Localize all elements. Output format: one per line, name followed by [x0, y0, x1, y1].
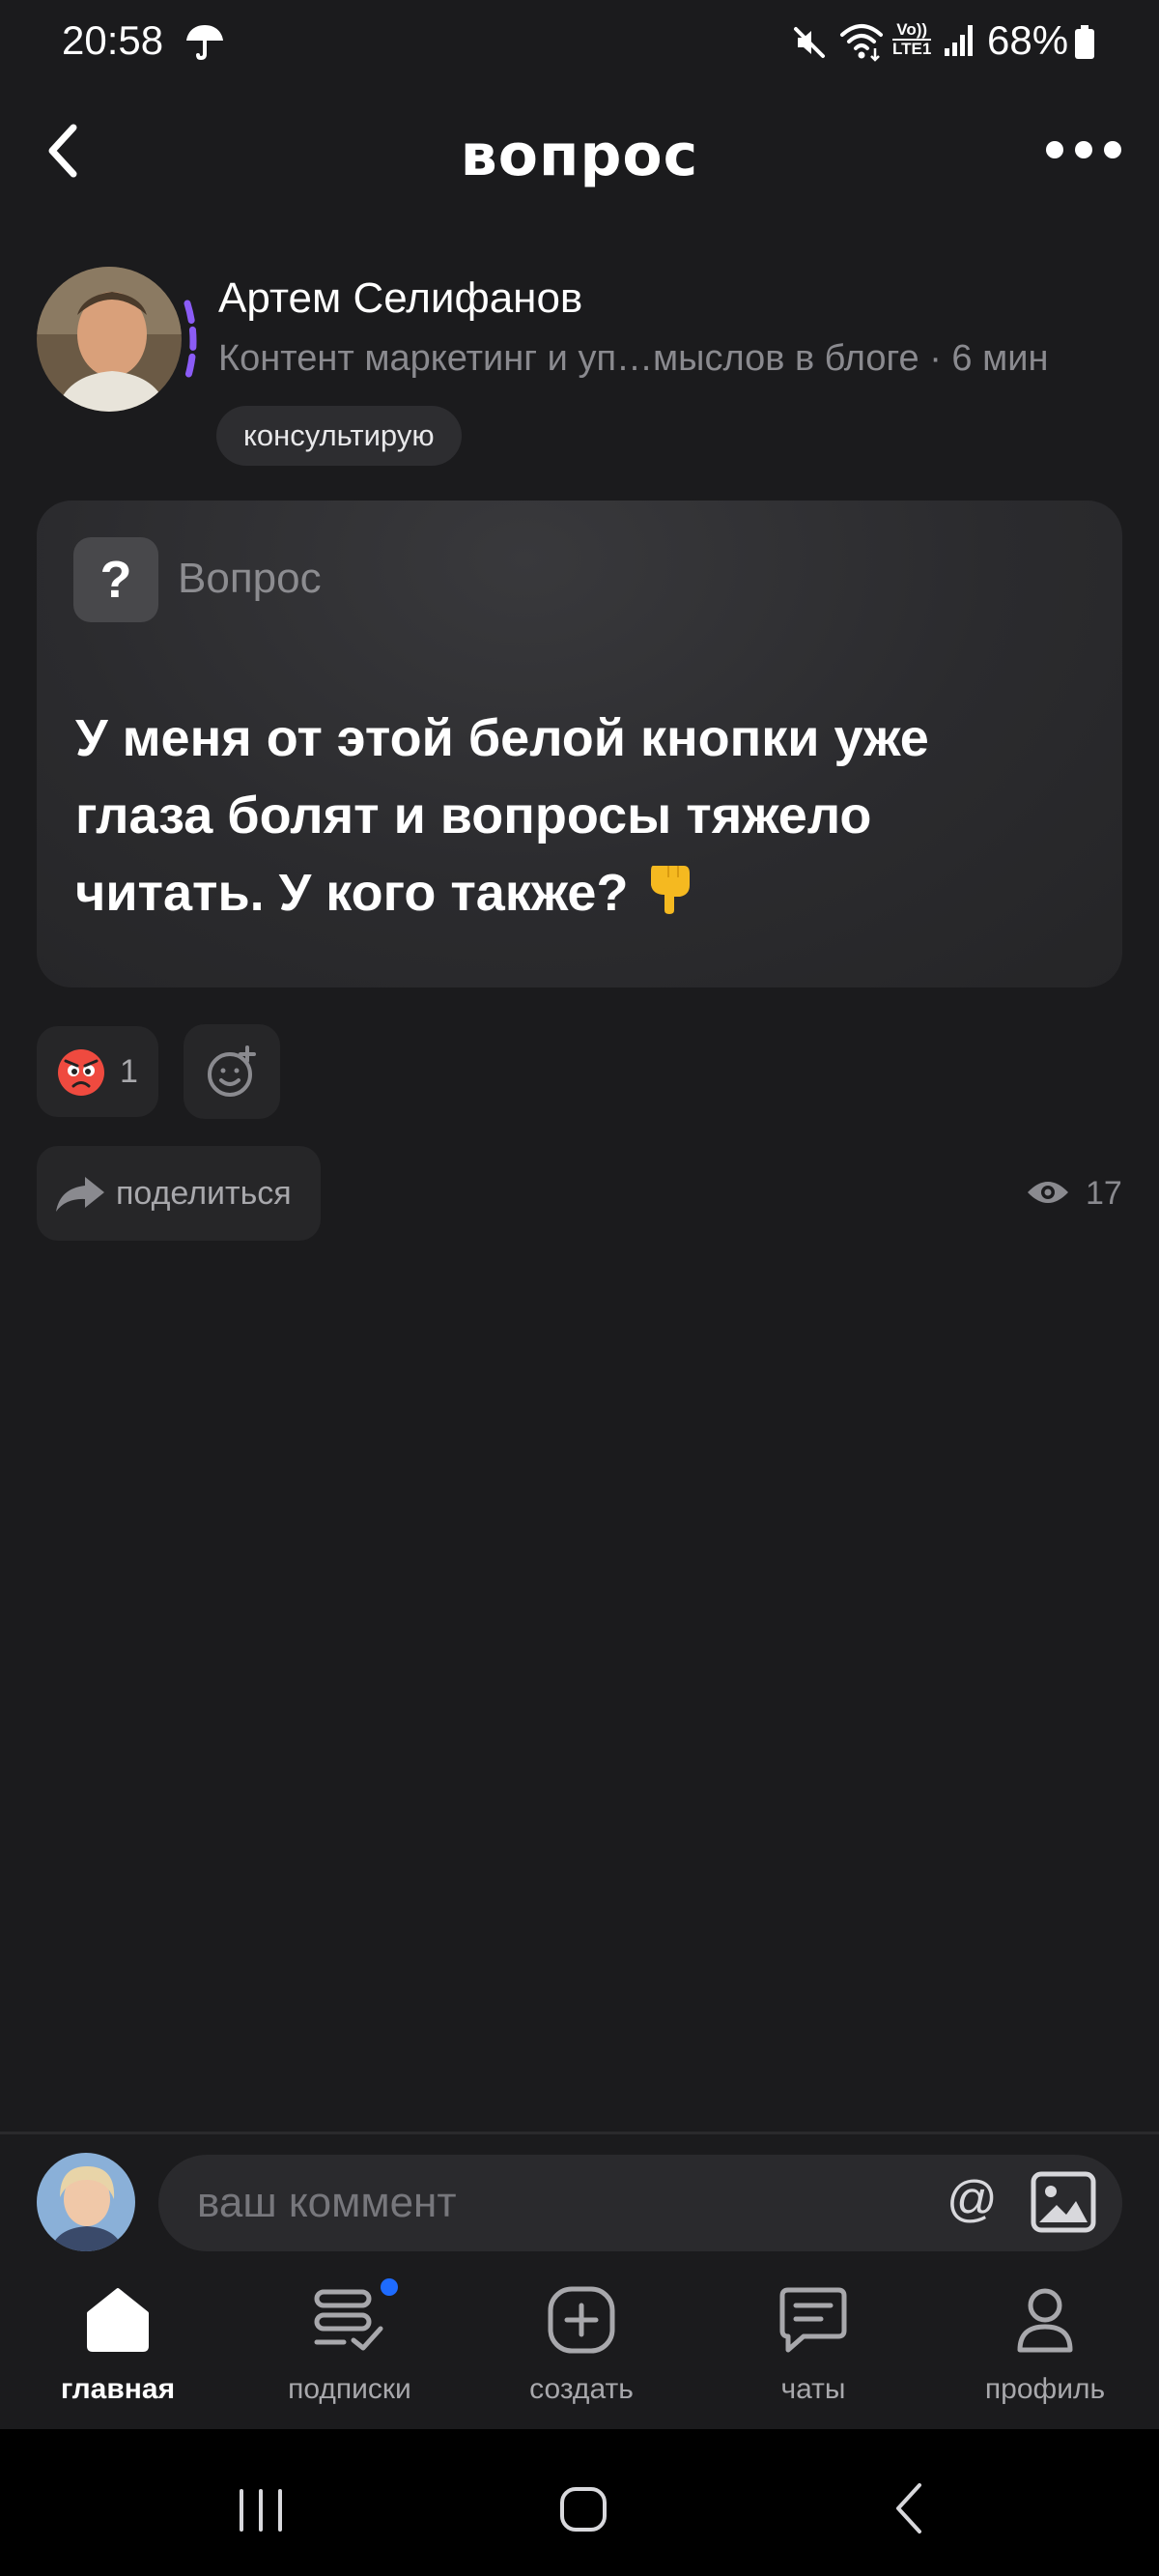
- volte-top-text: Vo)): [896, 20, 928, 39]
- angry-face-icon: [56, 1047, 106, 1102]
- mute-icon: [790, 23, 829, 67]
- more-options-button[interactable]: [1035, 126, 1132, 174]
- nav-label-create: создать: [529, 2373, 634, 2405]
- post-type-label: Вопрос: [178, 555, 322, 602]
- recents-icon[interactable]: [236, 2487, 286, 2538]
- nav-label-chats: чаты: [780, 2373, 846, 2405]
- nav-item-home[interactable]: главная: [21, 2286, 214, 2431]
- signal-icon: [943, 21, 975, 63]
- author-avatar[interactable]: [37, 267, 182, 412]
- home-icon: [87, 2288, 149, 2352]
- question-text-block: У меня от этой белой кнопки уже глаза бо…: [75, 700, 1041, 937]
- status-badge[interactable]: консультирую: [216, 406, 462, 466]
- profile-icon: [1017, 2288, 1073, 2353]
- wifi-icon: [838, 19, 885, 67]
- views-count: 17: [1086, 1175, 1122, 1212]
- nav-item-profile[interactable]: профиль: [948, 2286, 1142, 2431]
- nav-item-create[interactable]: создать: [485, 2286, 678, 2431]
- system-back-icon[interactable]: [889, 2479, 931, 2542]
- system-home-icon[interactable]: [558, 2485, 608, 2538]
- subscriptions-icon: [314, 2289, 383, 2351]
- share-label: поделиться: [116, 1175, 292, 1212]
- nav-label-profile: профиль: [984, 2373, 1106, 2405]
- battery-icon: [1074, 25, 1095, 65]
- status-time: 20:58: [62, 17, 164, 63]
- question-text: У меня от этой белой кнопки уже глаза бо…: [75, 709, 929, 922]
- more-dots-icon: [1046, 141, 1121, 158]
- divider: [0, 2132, 1159, 2134]
- volte-icon: Vo)) LTE1: [892, 20, 932, 58]
- nav-label-home: главная: [60, 2373, 176, 2405]
- question-icon: ?: [73, 537, 158, 622]
- story-ring: [182, 298, 201, 385]
- add-reaction-button[interactable]: [184, 1024, 280, 1119]
- image-attach-icon[interactable]: [1030, 2170, 1097, 2239]
- reaction-count: 1: [120, 1053, 138, 1090]
- battery-percent: 68%: [987, 17, 1069, 63]
- nav-label-subscriptions: подписки: [288, 2373, 411, 2405]
- notification-dot: [381, 2278, 398, 2296]
- pointing-down-emoji: [639, 856, 699, 937]
- nav-item-chats[interactable]: чаты: [717, 2286, 910, 2431]
- chat-icon: [779, 2287, 847, 2353]
- share-arrow-icon: [54, 1173, 106, 1218]
- create-plus-icon: [548, 2286, 615, 2354]
- eye-icon: [1026, 1177, 1070, 1213]
- user-avatar[interactable]: [37, 2153, 135, 2251]
- nav-item-subscriptions[interactable]: подписки: [253, 2286, 446, 2431]
- mention-button[interactable]: @: [947, 2170, 998, 2228]
- umbrella-icon: [184, 21, 226, 67]
- volte-bottom-text: LTE1: [892, 39, 932, 58]
- page-title: вопрос: [460, 122, 699, 189]
- author-name[interactable]: Артем Селифанов: [218, 274, 582, 323]
- add-reaction-icon: [208, 1045, 256, 1097]
- author-subtitle: Контент маркетинг и уп…мыслов в блоге · …: [218, 338, 1049, 379]
